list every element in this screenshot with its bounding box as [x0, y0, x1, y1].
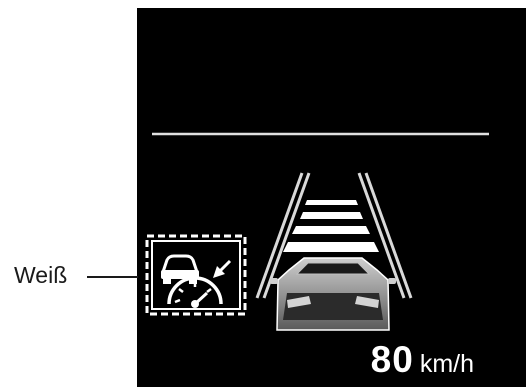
callout-label: Weiß	[14, 262, 68, 288]
head-up-display	[137, 8, 526, 387]
road-scene	[152, 132, 509, 331]
speed-unit: km/h	[419, 350, 474, 378]
set-speed-readout: 80 km/h	[371, 341, 474, 378]
own-vehicle-icon	[270, 257, 396, 331]
callout-leader-line	[87, 276, 138, 278]
adaptive-cruise-control-icon	[145, 234, 247, 316]
cruise-control-indicator	[145, 234, 247, 316]
speed-value: 80	[370, 339, 414, 380]
right-side-markers	[377, 185, 509, 255]
